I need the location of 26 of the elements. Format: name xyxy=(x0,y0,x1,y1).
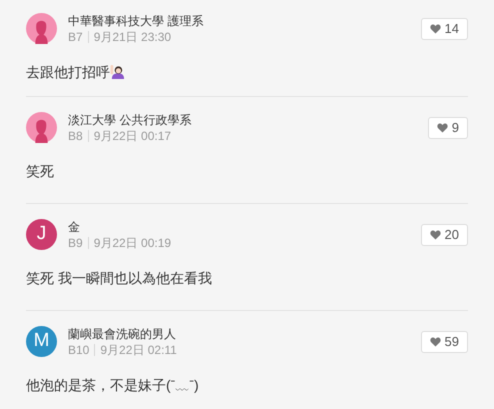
heart-icon xyxy=(436,122,448,132)
author-name: 中華醫事科技大學 護理系 xyxy=(68,12,204,28)
post-time: 9月22日 00:17 xyxy=(94,128,172,144)
like-button[interactable]: 14 xyxy=(420,18,468,40)
like-button[interactable]: 20 xyxy=(420,224,468,246)
heart-icon xyxy=(430,230,441,240)
comment-text: 他泡的是茶，不是妹子(ˉ﹏ˉ) xyxy=(26,376,200,395)
heart-icon xyxy=(430,24,441,34)
comment-text: 去跟他打招呼 xyxy=(26,62,468,82)
post-time: 9月22日 02:11 xyxy=(100,342,177,358)
author-name: 蘭嶼最會洗碗的男人 xyxy=(68,326,177,342)
floor-number: B10 xyxy=(68,342,90,358)
author-name: 金 xyxy=(68,218,81,234)
author-name: 淡江大學 公共行政學系 xyxy=(68,112,192,128)
avatar: J xyxy=(26,219,57,250)
post-time: 9月21日 23:30 xyxy=(94,28,172,44)
like-button[interactable]: 9 xyxy=(428,116,468,138)
floor-number: B8 xyxy=(68,128,83,144)
heart-icon xyxy=(430,336,441,346)
comment-text: 笑死 xyxy=(26,162,55,181)
comment-text: 笑死 我一瞬間也以為他在看我 xyxy=(26,269,213,288)
floor-number: B7 xyxy=(68,28,83,44)
like-button[interactable]: 59 xyxy=(420,330,468,352)
avatar: M xyxy=(26,326,57,357)
floor-number: B9 xyxy=(68,234,83,250)
post-time: 9月22日 00:19 xyxy=(94,234,172,250)
